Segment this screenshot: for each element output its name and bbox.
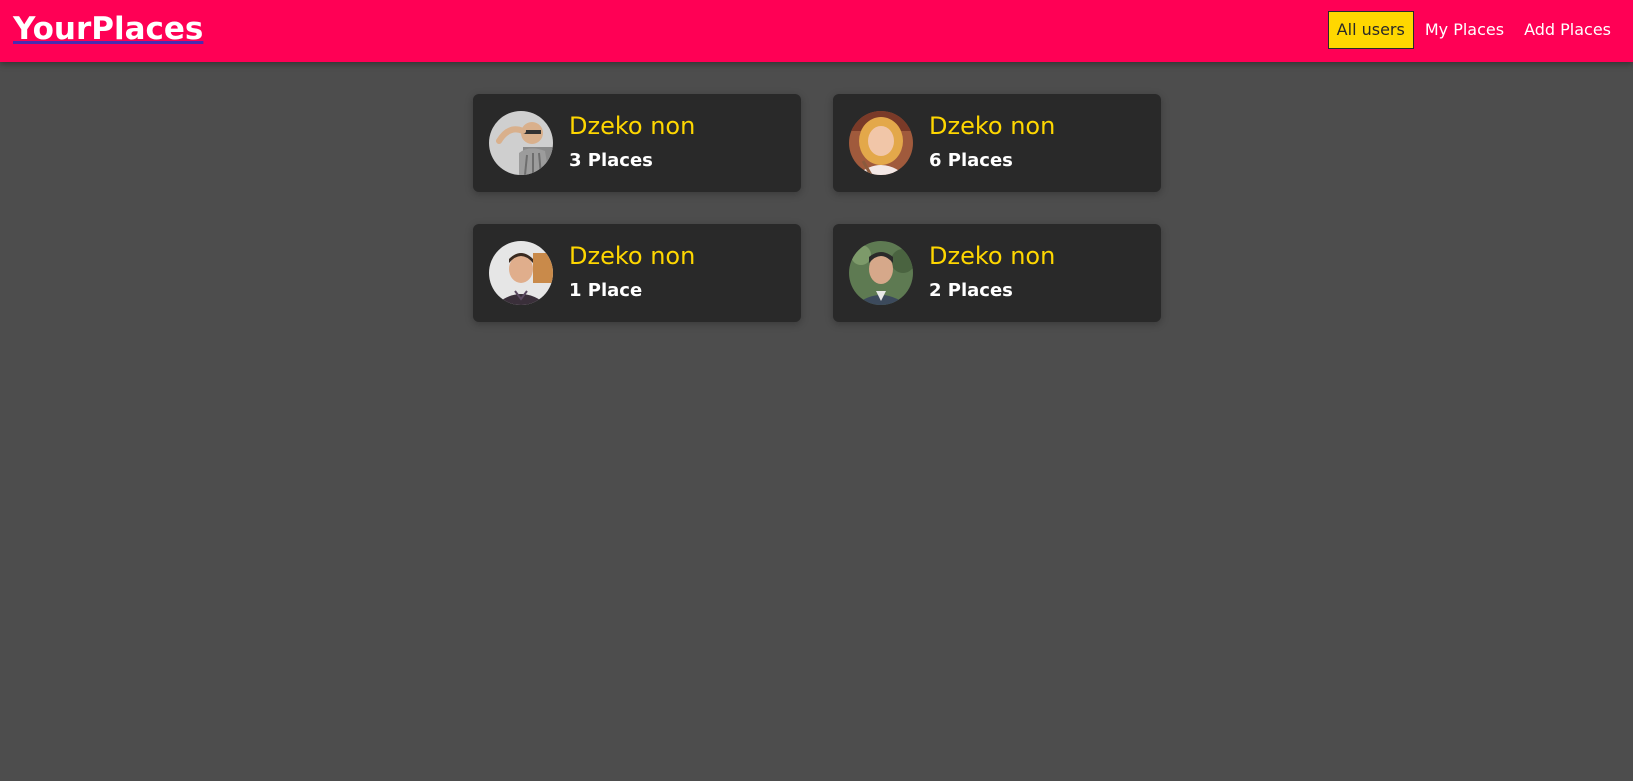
logo-link[interactable]: YourPlaces — [13, 9, 203, 49]
place-count: 1 Place — [569, 280, 643, 301]
user-name: Dzeko non — [569, 242, 696, 270]
place-count: 6 Places — [929, 150, 1013, 171]
nav-my-places[interactable]: My Places — [1416, 11, 1513, 49]
user-avatar — [849, 111, 913, 175]
place-count: 3 Places — [569, 150, 653, 171]
user-name: Dzeko non — [929, 242, 1056, 270]
user-name: Dzeko non — [569, 112, 696, 140]
user-card[interactable]: Dzeko non 1 Place — [473, 224, 801, 322]
user-avatar — [849, 241, 913, 305]
user-avatar — [489, 241, 553, 305]
user-card[interactable]: Dzeko non 3 Places — [473, 94, 801, 192]
user-card[interactable]: Dzeko non 2 Places — [833, 224, 1161, 322]
user-card[interactable]: Dzeko non 6 Places — [833, 94, 1161, 192]
main-nav: All users My Places Add Places — [1326, 10, 1620, 50]
place-count: 2 Places — [929, 280, 1013, 301]
user-avatar — [489, 111, 553, 175]
nav-all-users[interactable]: All users — [1327, 11, 1414, 49]
main-header: YourPlaces All users My Places Add Place… — [0, 0, 1633, 62]
nav-add-places[interactable]: Add Places — [1515, 11, 1620, 49]
user-name: Dzeko non — [929, 112, 1056, 140]
